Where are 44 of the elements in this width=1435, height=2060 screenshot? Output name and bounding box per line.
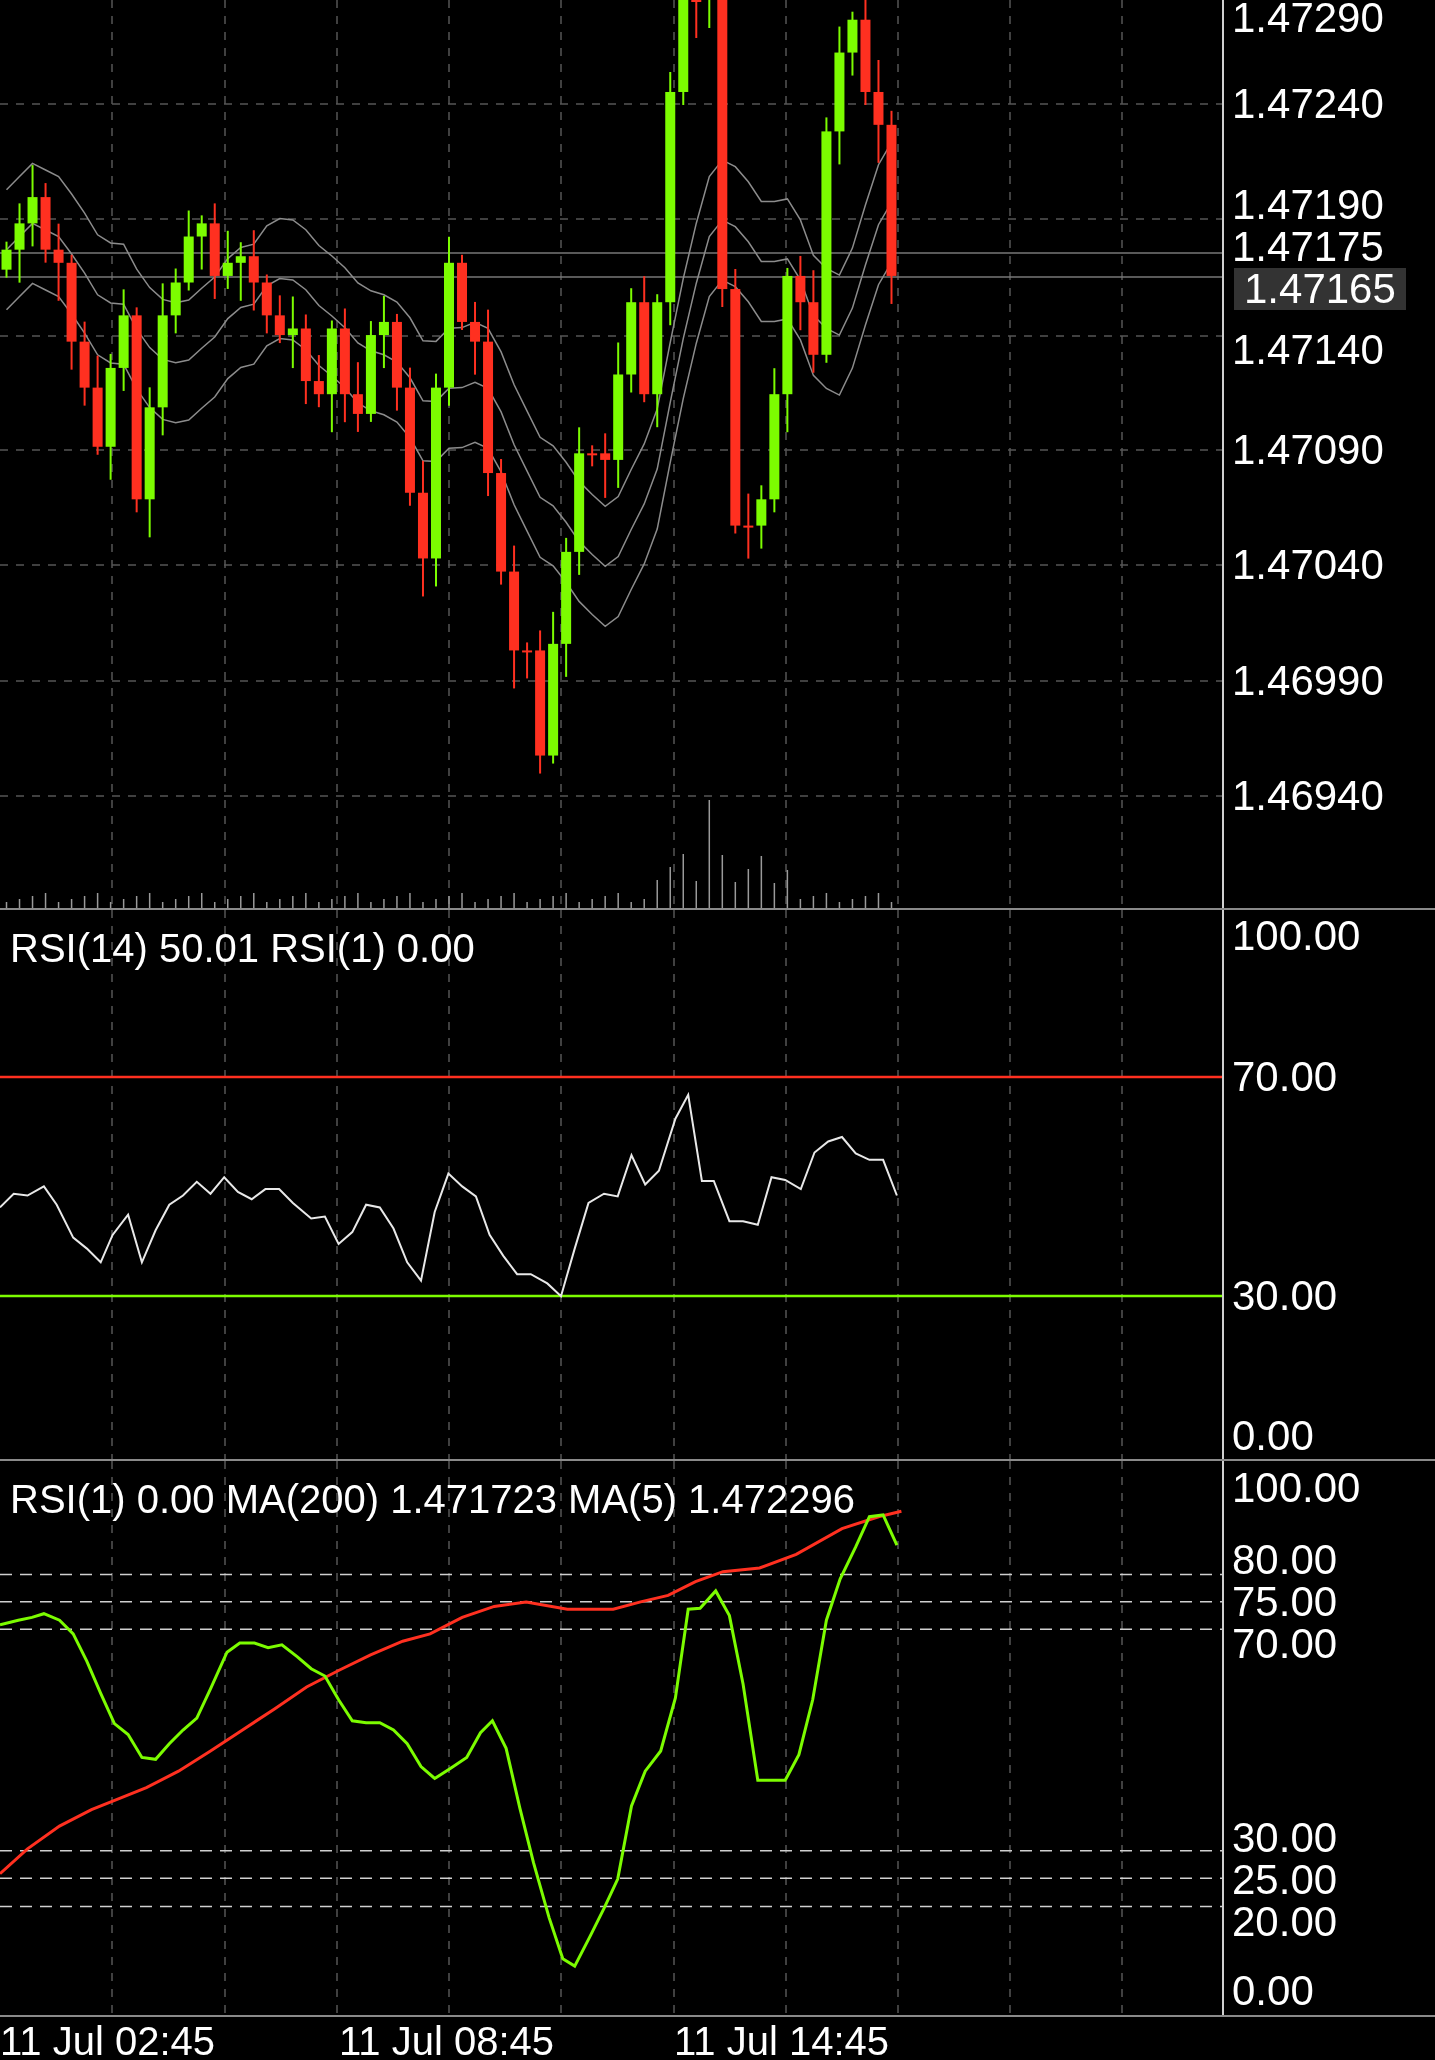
axis-label: 1.47290 (1232, 0, 1384, 39)
axis-label: 1.47040 (1232, 544, 1384, 586)
axis-label: 20.00 (1232, 1901, 1338, 1943)
candle (196, 214, 207, 271)
indicator-legend: RSI(14) 50.01 RSI(1) 0.00 (10, 926, 475, 970)
axis-label: 100.00 (1232, 915, 1361, 957)
candle (743, 492, 754, 560)
axis-label: 70.00 (1232, 1623, 1338, 1665)
indicator-legend: RSI(1) 0.00 MA(200) 1.471723 MA(5) 1.472296 (10, 1477, 855, 1521)
candle (352, 361, 363, 433)
candle (274, 294, 285, 345)
current-price-label: 1.47165 (1234, 268, 1406, 310)
candle (222, 229, 233, 290)
time-label: 11 Jul 02:45 (0, 2021, 215, 2060)
axis-label: 1.47090 (1232, 429, 1384, 471)
axis-label: 30.00 (1232, 1817, 1338, 1859)
candle (522, 641, 533, 680)
candle (1, 240, 12, 279)
candle (587, 444, 598, 468)
axis-label: 70.00 (1232, 1056, 1338, 1098)
candle (708, 0, 711, 29)
candle (170, 267, 181, 335)
axis-label: 1.46990 (1232, 660, 1384, 702)
axis-label: 1.46940 (1232, 775, 1384, 817)
axis-label: 30.00 (1232, 1275, 1338, 1317)
axis-label: 1.47240 (1232, 83, 1384, 125)
axis-label: 80.00 (1232, 1539, 1338, 1581)
axis-label: 0.00 (1232, 1415, 1314, 1457)
candle (756, 484, 767, 550)
axis-label: 0.00 (1232, 1970, 1314, 2012)
candle (235, 241, 246, 302)
candle (847, 10, 858, 77)
candle (691, 0, 702, 39)
axis-label: 1.47190 (1232, 184, 1384, 226)
bid-price-label: 1.47175 (1232, 226, 1384, 268)
axis-label: 25.00 (1232, 1859, 1338, 1901)
axis-label: 100.00 (1232, 1467, 1361, 1509)
axis-label: 75.00 (1232, 1581, 1338, 1623)
candle (600, 432, 611, 499)
time-label: 11 Jul 08:45 (339, 2021, 554, 2060)
time-label: 11 Jul 14:45 (674, 2021, 889, 2060)
candle (261, 273, 272, 335)
axis-label: 1.47140 (1232, 329, 1384, 371)
candle (313, 354, 324, 409)
